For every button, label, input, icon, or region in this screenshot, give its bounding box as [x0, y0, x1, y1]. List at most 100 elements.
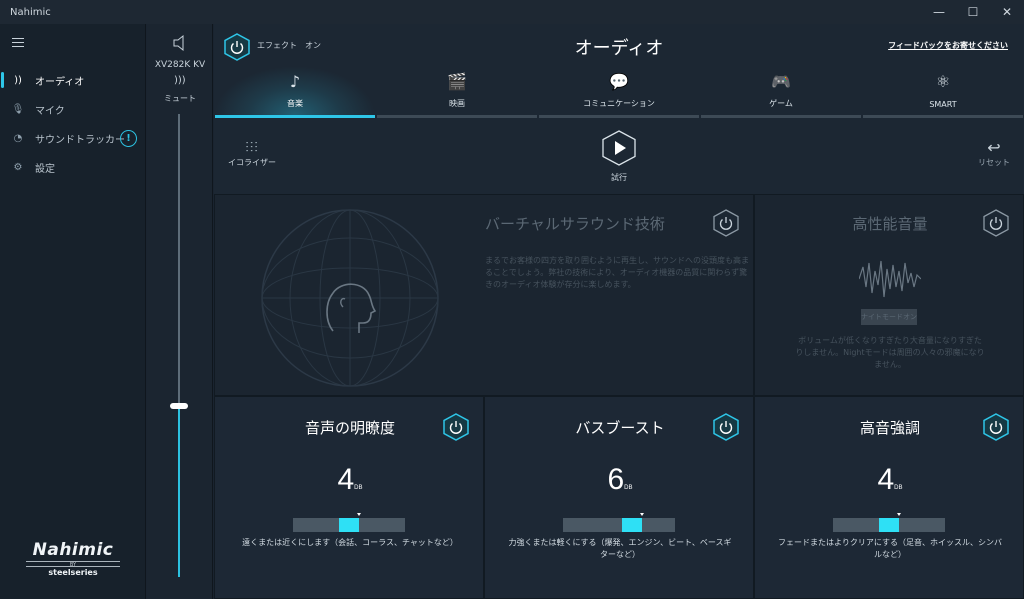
tab-movie[interactable]: 🎬 映画 [376, 66, 538, 118]
sidebar-item-label: オーディオ [35, 77, 85, 88]
tab-underline [701, 115, 861, 118]
controls-row: ⫶⫶⫶ イコライザー 試行 ↩ リセット [214, 120, 1024, 194]
app-title: Nahimic [10, 6, 51, 18]
alert-badge-icon[interactable]: ! [120, 130, 137, 147]
sidebar-item-label: 設定 [35, 164, 55, 175]
card-value-unit: DB [624, 485, 633, 491]
tab-label: SMART [929, 100, 957, 109]
sidebar-item-settings[interactable]: ⚙ 設定 [0, 153, 146, 182]
chat-icon: 💬 [609, 72, 629, 91]
tab-label: 音楽 [287, 99, 303, 108]
sidebar-item-sound-tracker[interactable]: ◔ サウンドトラッカー ! [0, 124, 146, 153]
slider-fill [339, 518, 359, 532]
microphone-icon: 🎙 [11, 104, 25, 115]
card-description: 力強くまたは軽くにする（爆発、エンジン、ビート、ベースギターなど） [508, 538, 732, 559]
device-name: XV282K KV [154, 60, 206, 70]
main-content: エフェクト オン オーディオ フィードバックをお寄せください ♪ 音楽 🎬 映画… [214, 24, 1024, 599]
sidebar-item-label: マイク [35, 106, 65, 117]
reset-icon: ↩ [987, 138, 1001, 157]
tab-label: ゲーム [769, 99, 793, 108]
tab-underline [215, 115, 375, 118]
slider-fill [622, 518, 642, 532]
equalizer-label: イコライザー [228, 158, 276, 167]
virtual-surround-panel: バーチャルサラウンド技術 まるでお客様の四方を取り囲むように再生し、サウンドへの… [214, 194, 754, 396]
profile-tabs: ♪ 音楽 🎬 映画 💬 コミュニケーション 🎮 ゲーム ⚛ SMART [214, 66, 1024, 118]
volume-slider-fill [178, 406, 180, 577]
night-mode-button[interactable]: ナイトモードオン [861, 309, 917, 325]
reset-button[interactable]: ↩ リセット [978, 138, 1010, 168]
waveform-icon [859, 260, 921, 298]
high-performance-panel: 高性能音量 ナイトモードオン ボリュームが低くなりすぎたり大音量になりすぎたりし… [754, 194, 1024, 396]
sound-tracker-icon: ◔ [13, 133, 23, 144]
card-value-number: 4 [337, 463, 355, 496]
tab-label: コミュニケーション [583, 99, 655, 108]
surround-title: バーチャルサラウンド技術 [485, 215, 665, 233]
card-description: 遠くまたは近くにします（会話、コーラス、チャットなど） [242, 538, 458, 547]
nahimic-logo: Nahimic [32, 540, 114, 560]
surround-power-icon[interactable] [713, 209, 739, 237]
card-value-unit: DB [894, 485, 903, 491]
surround-description: まるでお客様の四方を取り囲むように再生し、サウンドへの没頭度も高まることでしょう… [485, 256, 749, 289]
brand-by: BY [26, 561, 120, 568]
sidebar-item-microphone[interactable]: 🎙 マイク [0, 95, 146, 124]
window-controls: — ☐ ✕ [922, 0, 1024, 24]
bass-boost-power-icon[interactable] [713, 413, 739, 441]
tab-underline [377, 115, 537, 118]
gear-icon: ⚙ [13, 162, 23, 173]
music-icon: ♪ [289, 72, 301, 91]
device-panel: XV282K KV ))) ミュート [147, 24, 213, 599]
tab-underline [539, 115, 699, 118]
tab-label: 映画 [449, 99, 465, 108]
treble-boost-power-icon[interactable] [983, 413, 1009, 441]
maximize-button[interactable]: ☐ [956, 0, 990, 24]
high-performance-power-icon[interactable] [983, 209, 1009, 237]
clapperboard-icon: 🎬 [447, 72, 467, 91]
mute-icon[interactable]: ))) [174, 75, 186, 86]
head-sphere-icon [261, 209, 439, 387]
test-label: 試行 [611, 173, 627, 182]
sidebar: )) オーディオ 🎙 マイク ◔ サウンドトラッカー ! ⚙ 設定 Nahimi… [0, 24, 146, 599]
hamburger-menu-icon[interactable] [12, 38, 24, 47]
tab-game[interactable]: 🎮 ゲーム [700, 66, 862, 118]
speaker-icon[interactable] [171, 34, 189, 52]
voice-clarity-card: 音声の明瞭度 4DB 遠くまたは近くにします（会話、コーラス、チャットなど） [214, 396, 484, 599]
title-bar: Nahimic — ☐ ✕ [0, 0, 1024, 24]
tab-underline [863, 115, 1023, 118]
voice-clarity-slider[interactable] [293, 513, 405, 532]
bass-boost-card: バスブースト 6DB 力強くまたは軽くにする（爆発、エンジン、ビート、ベースギタ… [484, 396, 754, 599]
atom-icon: ⚛ [935, 72, 951, 91]
minimize-button[interactable]: — [922, 0, 956, 24]
feedback-link[interactable]: フィードバックをお寄せください [888, 40, 1008, 51]
steelseries-logo: steelseries [48, 568, 98, 577]
equalizer-button[interactable]: ⫶⫶⫶ イコライザー [228, 140, 276, 168]
card-description: フェードまたはよりクリアにする（足音、ホイッスル、シンバルなど） [778, 538, 1002, 559]
volume-slider-thumb[interactable] [170, 403, 188, 409]
bass-boost-slider[interactable] [563, 513, 675, 532]
card-value-number: 4 [877, 463, 895, 496]
treble-boost-card: 高音強調 4DB フェードまたはよりクリアにする（足音、ホイッスル、シンバルなど… [754, 396, 1024, 599]
close-button[interactable]: ✕ [990, 0, 1024, 24]
reset-label: リセット [978, 158, 1010, 167]
treble-boost-slider[interactable] [833, 513, 945, 532]
card-value: 6DB [485, 463, 755, 497]
play-test-button[interactable] [602, 130, 636, 166]
header: エフェクト オン オーディオ フィードバックをお寄せください [214, 24, 1024, 68]
card-value: 4DB [215, 463, 485, 497]
gamepad-icon: 🎮 [771, 72, 791, 91]
equalizer-icon: ⫶⫶⫶ [245, 140, 259, 156]
tab-communication[interactable]: 💬 コミュニケーション [538, 66, 700, 118]
high-performance-description: ボリュームが低くなりすぎたり大音量になりすぎたりしません。Nightモードは周囲… [795, 336, 985, 369]
sidebar-nav: )) オーディオ 🎙 マイク ◔ サウンドトラッカー ! ⚙ 設定 [0, 66, 146, 182]
slider-marker [640, 513, 644, 516]
sidebar-item-audio[interactable]: )) オーディオ [0, 66, 146, 95]
card-value-unit: DB [354, 485, 363, 491]
tab-smart[interactable]: ⚛ SMART [862, 66, 1024, 118]
slider-fill [879, 518, 899, 532]
slider-marker [897, 513, 901, 516]
sidebar-item-label: サウンドトラッカー [35, 135, 125, 146]
card-value: 4DB [755, 463, 1024, 497]
voice-clarity-power-icon[interactable] [443, 413, 469, 441]
tab-music[interactable]: ♪ 音楽 [214, 66, 376, 118]
mute-label: ミュート [164, 94, 196, 103]
slider-marker [357, 513, 361, 516]
